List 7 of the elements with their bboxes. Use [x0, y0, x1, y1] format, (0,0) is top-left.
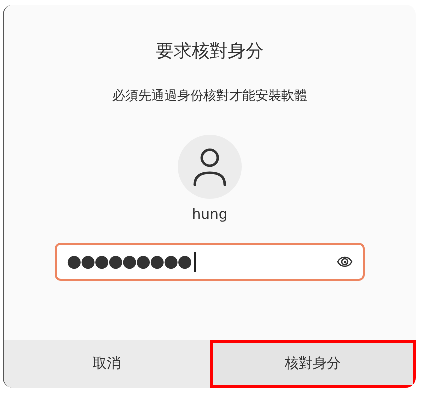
verify-button[interactable]: 核對身分 [210, 340, 416, 388]
user-name: hung [192, 207, 228, 223]
eye-icon[interactable] [337, 255, 353, 269]
dialog-title: 要求核對身分 [156, 40, 264, 63]
dialog-message: 必須先通過身份核對才能安裝軟體 [112, 88, 308, 105]
password-field[interactable]: ●●●●●●●●● [55, 243, 365, 281]
cancel-button[interactable]: 取消 [4, 340, 210, 388]
